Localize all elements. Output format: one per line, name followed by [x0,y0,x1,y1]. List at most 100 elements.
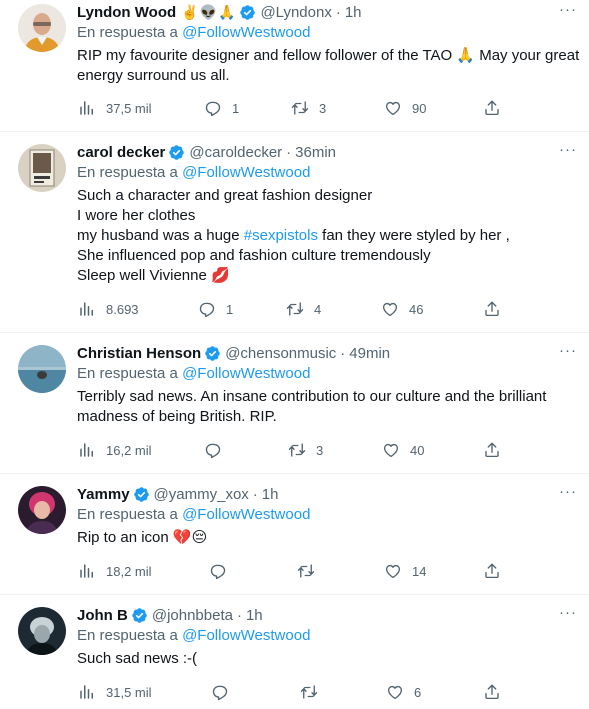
views-count: 16,2 mil [106,442,152,458]
reply-mention-link[interactable]: @FollowWestwood [182,506,310,523]
user-handle[interactable]: @chensonmusic [225,345,336,362]
separator-dot: · [236,606,242,624]
action-bar: 8.693 1 4 46 [78,299,508,319]
reply-context: En respuesta a @FollowWestwood [77,365,310,382]
reply-mention-link[interactable]: @FollowWestwood [182,365,310,382]
display-name[interactable]: Christian Henson [77,345,201,362]
tweet-text: Terribly sad news. An insane contributio… [77,387,577,427]
tweet-card[interactable]: carol decker @caroldecker · 36min ··· En… [0,132,589,333]
retweet-button[interactable]: 3 [291,98,326,118]
reply-button[interactable] [209,561,237,581]
like-count: 46 [409,301,424,317]
views-button[interactable]: 37,5 mil [78,98,152,118]
timestamp[interactable]: 36min [295,144,336,161]
tweet-text-line: madness of being British. RIP. [77,408,277,425]
like-icon [386,683,404,701]
views-button[interactable]: 8.693 [78,299,139,319]
retweet-icon [300,683,318,701]
reply-prefix: En respuesta a [77,506,178,523]
share-icon [483,300,501,318]
tweet-text-line: RIP my favourite designer and fellow fol… [77,47,580,64]
views-button[interactable]: 31,5 mil [78,682,152,702]
reply-icon [204,441,222,459]
views-button[interactable]: 18,2 mil [78,561,152,581]
like-button[interactable]: 90 [384,98,426,118]
tweet-text-line: Rip to an icon 💔😔 [77,529,208,546]
retweet-icon [297,562,315,580]
tweet-text-line: She influenced pop and fashion culture t… [77,247,431,264]
avatar[interactable] [18,486,66,534]
timestamp[interactable]: 1h [262,486,279,503]
like-icon [381,300,399,318]
tweet-text-line: my husband was a huge #sexpistols fan th… [77,226,577,246]
reply-icon [204,99,222,117]
retweet-button[interactable] [297,561,325,581]
retweet-icon [286,300,304,318]
share-button[interactable] [483,682,501,702]
name-emoji: ✌️👽🙏 [181,3,237,20]
reply-button[interactable]: 1 [204,98,239,118]
share-icon [483,99,501,117]
display-name[interactable]: Yammy [77,486,130,503]
like-button[interactable]: 14 [384,561,426,581]
like-button[interactable]: 46 [381,299,423,319]
user-handle[interactable]: @johnbbeta [152,607,233,624]
user-handle[interactable]: @yammy_xox [154,486,249,503]
share-icon [483,441,501,459]
reply-prefix: En respuesta a [77,627,178,644]
verified-badge-icon [204,345,221,362]
retweet-count: 3 [316,442,324,458]
like-button[interactable]: 40 [382,440,424,460]
reply-mention-link[interactable]: @FollowWestwood [182,627,310,644]
avatar[interactable] [18,607,66,655]
avatar[interactable] [18,345,66,393]
tweet-card[interactable]: Christian Henson @chensonmusic · 49min ·… [0,333,589,474]
user-handle[interactable]: @Lyndonx [260,4,331,21]
share-icon [483,683,501,701]
reply-mention-link[interactable]: @FollowWestwood [182,164,310,181]
more-icon[interactable]: ··· [557,605,579,624]
retweet-button[interactable]: 4 [286,299,321,319]
share-button[interactable] [483,98,501,118]
share-button[interactable] [483,299,501,319]
more-icon[interactable]: ··· [557,2,579,21]
timestamp[interactable]: 49min [349,345,390,362]
action-bar: 31,5 mil 6 [78,682,508,702]
like-icon [382,441,400,459]
display-name[interactable]: carol decker [77,144,165,161]
timestamp[interactable]: 1h [246,607,263,624]
retweet-count: 3 [319,100,327,116]
display-name[interactable]: Lyndon Wood [77,4,176,21]
hashtag-link[interactable]: #sexpistols [244,227,318,244]
reply-mention-link[interactable]: @FollowWestwood [182,24,310,41]
reply-icon [209,562,227,580]
retweet-button[interactable] [300,682,328,702]
avatar[interactable] [18,144,66,192]
reply-prefix: En respuesta a [77,164,178,181]
share-button[interactable] [483,561,501,581]
like-button[interactable]: 6 [386,682,421,702]
display-name[interactable]: John B [77,607,128,624]
reply-button[interactable] [204,440,232,460]
views-button[interactable]: 16,2 mil [78,440,152,460]
share-button[interactable] [483,440,501,460]
views-count: 18,2 mil [106,563,152,579]
more-icon[interactable]: ··· [557,142,579,161]
timestamp[interactable]: 1h [345,4,362,21]
tweet-card[interactable]: Yammy @yammy_xox · 1h ··· En respuesta a… [0,474,589,595]
action-bar: 18,2 mil 14 [78,561,508,581]
retweet-button[interactable]: 3 [288,440,323,460]
tweet-card[interactable]: Lyndon Wood ✌️👽🙏 @Lyndonx · 1h ··· En re… [0,0,589,132]
reply-button[interactable]: 1 [198,299,233,319]
user-handle[interactable]: @caroldecker [189,144,282,161]
action-bar: 37,5 mil 1 3 90 [78,98,508,118]
more-icon[interactable]: ··· [557,343,579,362]
more-icon[interactable]: ··· [557,484,579,503]
reply-button[interactable] [211,682,239,702]
reply-icon [198,300,216,318]
avatar[interactable] [18,4,66,52]
tweet-card[interactable]: John B @johnbbeta · 1h ··· En respuesta … [0,595,589,709]
tweet-text-line: energy surround us all. [77,67,230,84]
reply-count: 1 [226,301,234,317]
like-count: 90 [412,100,427,116]
